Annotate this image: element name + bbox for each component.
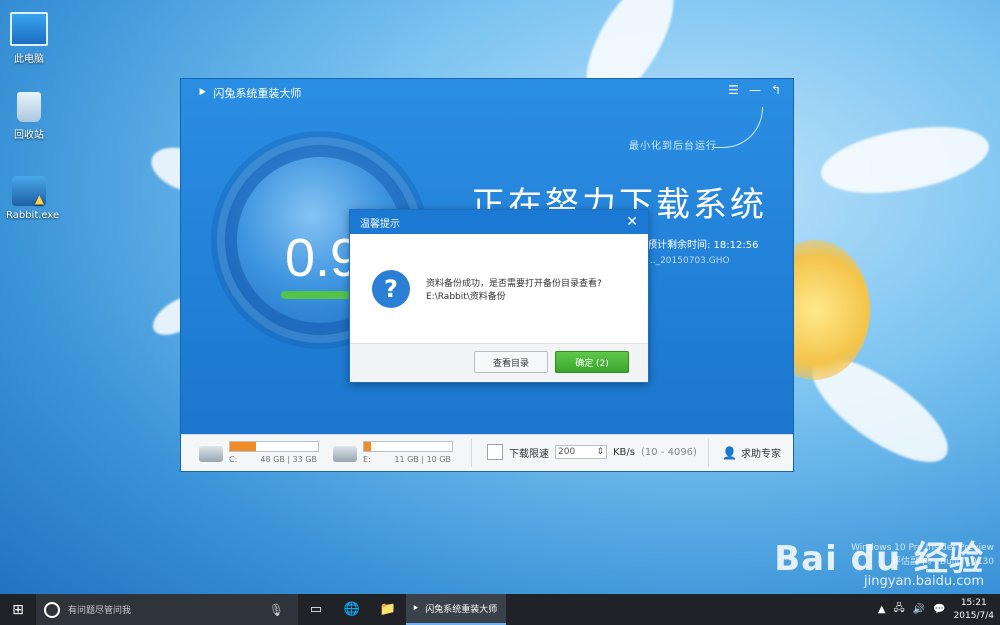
folder-icon: 📁 (379, 602, 397, 617)
expert-help-button[interactable]: 👤 求助专家 (722, 445, 781, 461)
search-box[interactable]: 有问题尽管问我 🎙 (36, 594, 298, 625)
hard-drive-icon (199, 446, 223, 462)
task-view-button[interactable]: ▭ (298, 594, 334, 625)
question-icon: ? (372, 270, 410, 308)
app-title: ⯈ 闪兔系统重装大师 (197, 85, 302, 101)
menu-icon[interactable]: ☰ (728, 83, 739, 97)
dialog-title-bar: 温馨提示 ✕ (350, 210, 648, 234)
desktop-icon-recycle-bin[interactable]: 回收站 (6, 92, 52, 141)
titlebar-buttons: ☰ — ↰ (728, 83, 781, 97)
minimize-hint: 最小化到后台运行 (629, 141, 717, 152)
speed-limit-checkbox[interactable] (487, 444, 503, 460)
minimize-icon[interactable]: — (749, 83, 761, 97)
notification-icon[interactable]: 💬 (933, 604, 945, 615)
prompt-dialog: 温馨提示 ✕ ? 资料备份成功，是否需要打开备份目录查看? E:\Rabbit\… (349, 209, 649, 383)
windows-icon: ⊞ (12, 601, 24, 618)
browser-button[interactable]: 🌐 (334, 594, 370, 625)
restore-icon[interactable]: ↰ (771, 83, 781, 97)
drive-e-usage-bar (364, 442, 372, 451)
cortana-icon (44, 601, 60, 618)
spinner-arrows-icon[interactable]: ⇕ (596, 447, 604, 457)
speed-limit: 下载限速 200 ⇕ KB/s (10 - 4096) (487, 444, 697, 460)
logo-icon: ⯈ (197, 85, 208, 101)
chevron-up-icon[interactable]: ▲ (878, 604, 886, 615)
view-directory-button[interactable]: 查看目录 (474, 351, 548, 373)
download-filename: ..._20150703.GHO (647, 256, 730, 266)
computer-icon (10, 12, 48, 46)
close-icon[interactable]: ✕ (626, 214, 638, 230)
bottom-bar: C: 48 GB | 33 GB E: 11 GB | 10 GB 下载限速 2… (181, 434, 793, 471)
clock[interactable]: 15:21 2015/7/4 (954, 597, 994, 623)
desktop-icon-this-pc[interactable]: 此电脑 (6, 12, 52, 65)
drive-c-usage-bar (230, 442, 257, 451)
network-icon[interactable]: 🖧 (894, 601, 905, 618)
microphone-icon[interactable]: 🎙 (269, 603, 284, 617)
flower-petal (816, 115, 994, 205)
ok-button[interactable]: 确定 (2) (555, 351, 629, 373)
rabbit-app-icon (12, 176, 46, 206)
taskbar-app-rabbit[interactable]: ⯈ 闪兔系统重装大师 (406, 594, 506, 625)
speed-limit-input[interactable]: 200 ⇕ (555, 445, 607, 459)
logo-icon: ⯈ (412, 603, 420, 614)
remaining-time: 预计剩余时间: 18:12:56 (647, 240, 759, 251)
person-icon: 👤 (722, 445, 737, 460)
file-explorer-button[interactable]: 📁 (370, 594, 406, 625)
task-view-icon: ▭ (309, 602, 323, 617)
globe-icon: 🌐 (343, 602, 361, 617)
start-button[interactable]: ⊞ (0, 594, 36, 625)
drive-e: E: 11 GB | 10 GB (333, 441, 453, 464)
system-tray: ▲ 🖧 🔊 💬 15:21 2015/7/4 (878, 594, 994, 625)
dialog-message: 资料备份成功，是否需要打开备份目录查看? E:\Rabbit\资料备份 (426, 279, 602, 302)
taskbar: ⊞ 有问题尽管问我 🎙 ▭ 🌐 📁 ⯈ 闪兔系统重装大师 ▲ 🖧 🔊 💬 15:… (0, 594, 1000, 625)
drive-c: C: 48 GB | 33 GB (199, 441, 319, 464)
recycle-bin-icon (17, 92, 41, 122)
baidu-watermark: Bai du 经验 jingyan.baidu.com (774, 539, 984, 589)
desktop-icon-rabbit[interactable]: Rabbit.exe (6, 176, 59, 221)
hint-arrow (712, 107, 763, 148)
volume-icon[interactable]: 🔊 (913, 604, 925, 615)
hard-drive-icon (333, 446, 357, 462)
